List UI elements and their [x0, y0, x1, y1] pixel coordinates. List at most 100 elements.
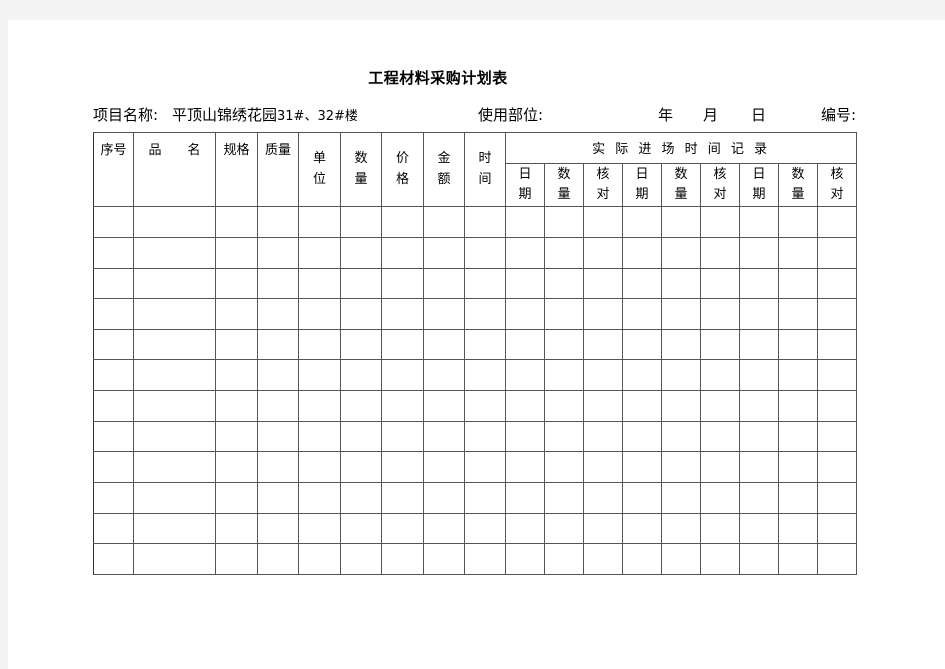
table-cell[interactable]: [257, 451, 299, 484]
table-cell[interactable]: [661, 512, 701, 545]
table-cell[interactable]: [739, 512, 779, 545]
table-cell[interactable]: [661, 482, 701, 514]
table-cell[interactable]: [661, 267, 701, 300]
table-cell[interactable]: [257, 482, 299, 514]
table-cell[interactable]: [298, 543, 341, 575]
table-cell[interactable]: [340, 512, 382, 545]
table-cell[interactable]: [778, 543, 818, 575]
table-cell[interactable]: [381, 236, 424, 269]
table-row[interactable]: [93, 451, 858, 484]
table-cell[interactable]: [298, 359, 341, 392]
table-cell[interactable]: [544, 359, 584, 392]
table-cell[interactable]: [544, 328, 584, 361]
table-cell[interactable]: [381, 451, 424, 484]
table-cell[interactable]: [739, 390, 779, 422]
table-cell[interactable]: [778, 298, 818, 330]
table-cell[interactable]: [583, 390, 623, 422]
table-cell[interactable]: [505, 420, 545, 453]
table-cell[interactable]: [778, 236, 818, 269]
table-cell[interactable]: [739, 359, 779, 392]
table-cell[interactable]: [661, 328, 701, 361]
table-cell[interactable]: [257, 390, 299, 422]
table-row[interactable]: [93, 390, 858, 422]
table-row[interactable]: [93, 206, 858, 238]
table-cell[interactable]: [700, 512, 740, 545]
table-cell[interactable]: [340, 420, 382, 453]
table-cell[interactable]: [133, 482, 216, 514]
table-cell[interactable]: [423, 482, 465, 514]
table-cell[interactable]: [700, 359, 740, 392]
table-cell[interactable]: [544, 267, 584, 300]
table-cell[interactable]: [423, 267, 465, 300]
table-cell[interactable]: [739, 420, 779, 453]
table-cell[interactable]: [381, 298, 424, 330]
table-cell[interactable]: [544, 451, 584, 484]
table-cell[interactable]: [544, 512, 584, 545]
table-cell[interactable]: [423, 512, 465, 545]
table-cell[interactable]: [505, 267, 545, 300]
table-cell[interactable]: [215, 543, 258, 575]
table-cell[interactable]: [133, 543, 216, 575]
table-cell[interactable]: [622, 359, 662, 392]
table-cell[interactable]: [661, 543, 701, 575]
table-cell[interactable]: [381, 543, 424, 575]
table-cell[interactable]: [661, 359, 701, 392]
table-cell[interactable]: [661, 298, 701, 330]
table-cell[interactable]: [583, 420, 623, 453]
table-cell[interactable]: [381, 206, 424, 238]
table-cell[interactable]: [93, 420, 134, 453]
table-cell[interactable]: [816, 236, 858, 269]
table-cell[interactable]: [544, 206, 584, 238]
table-cell[interactable]: [93, 359, 134, 392]
table-cell[interactable]: [661, 206, 701, 238]
table-cell[interactable]: [340, 390, 382, 422]
table-cell[interactable]: [215, 482, 258, 514]
table-cell[interactable]: [257, 267, 299, 300]
table-cell[interactable]: [583, 359, 623, 392]
table-cell[interactable]: [340, 451, 382, 484]
table-cell[interactable]: [700, 482, 740, 514]
table-row[interactable]: [93, 359, 858, 392]
table-cell[interactable]: [622, 328, 662, 361]
table-cell[interactable]: [464, 236, 506, 269]
table-cell[interactable]: [298, 390, 341, 422]
table-cell[interactable]: [583, 543, 623, 575]
table-cell[interactable]: [381, 359, 424, 392]
table-cell[interactable]: [816, 543, 858, 575]
table-cell[interactable]: [505, 298, 545, 330]
table-cell[interactable]: [93, 482, 134, 514]
table-cell[interactable]: [298, 267, 341, 300]
table-cell[interactable]: [544, 482, 584, 514]
table-cell[interactable]: [215, 390, 258, 422]
table-cell[interactable]: [93, 298, 134, 330]
table-row[interactable]: [93, 298, 858, 330]
table-cell[interactable]: [583, 482, 623, 514]
table-cell[interactable]: [464, 328, 506, 361]
table-cell[interactable]: [622, 236, 662, 269]
table-cell[interactable]: [816, 390, 858, 422]
table-cell[interactable]: [93, 206, 134, 238]
table-cell[interactable]: [583, 451, 623, 484]
table-cell[interactable]: [778, 359, 818, 392]
table-cell[interactable]: [93, 328, 134, 361]
table-cell[interactable]: [381, 420, 424, 453]
table-cell[interactable]: [778, 512, 818, 545]
table-cell[interactable]: [340, 298, 382, 330]
table-cell[interactable]: [778, 328, 818, 361]
table-row[interactable]: [93, 512, 858, 545]
table-cell[interactable]: [298, 328, 341, 361]
table-cell[interactable]: [583, 206, 623, 238]
table-cell[interactable]: [423, 420, 465, 453]
table-cell[interactable]: [381, 482, 424, 514]
table-cell[interactable]: [298, 451, 341, 484]
table-cell[interactable]: [340, 206, 382, 238]
table-cell[interactable]: [257, 359, 299, 392]
table-cell[interactable]: [298, 512, 341, 545]
table-cell[interactable]: [215, 451, 258, 484]
table-cell[interactable]: [816, 512, 858, 545]
table-cell[interactable]: [505, 512, 545, 545]
table-cell[interactable]: [661, 451, 701, 484]
table-cell[interactable]: [340, 236, 382, 269]
table-cell[interactable]: [739, 206, 779, 238]
table-cell[interactable]: [505, 543, 545, 575]
